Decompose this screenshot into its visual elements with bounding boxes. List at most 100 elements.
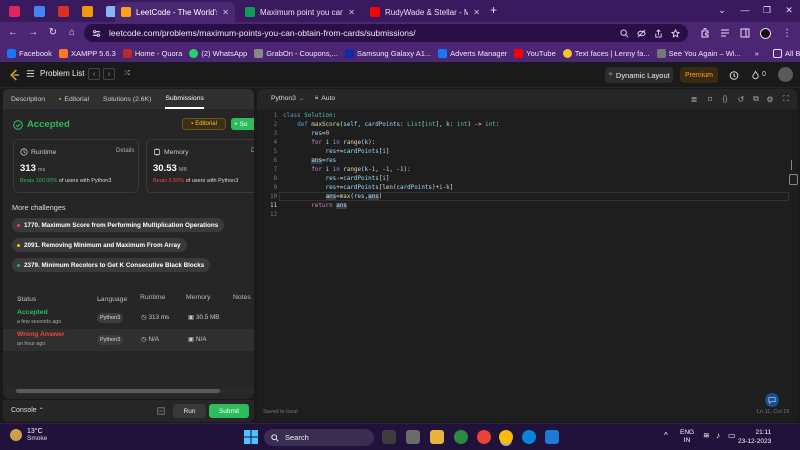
split-view-icon[interactable]: ⧉ (751, 94, 761, 104)
tab-submissions[interactable]: Submissions (165, 89, 204, 109)
edge-icon[interactable] (522, 430, 536, 444)
pinned-tab-3[interactable] (52, 3, 74, 19)
bookmark-samsung[interactable]: Samsung Galaxy A1... (344, 48, 431, 58)
pinned-tab-2[interactable] (28, 3, 50, 19)
tab-editorial[interactable]: ▪ Editorial (59, 89, 89, 109)
app-icon[interactable] (406, 430, 420, 444)
solution-button[interactable]: + So (231, 118, 254, 130)
shuffle-icon[interactable]: ⤮ (121, 68, 133, 80)
close-window-icon[interactable]: ✕ (782, 3, 796, 17)
problem-list-button[interactable]: Problem List (26, 69, 84, 78)
bookmark-quora[interactable]: Home - Quora (122, 48, 182, 58)
timer-icon[interactable] (729, 70, 739, 80)
braces-icon[interactable]: {} (720, 94, 730, 104)
minimize-icon[interactable]: — (738, 3, 752, 17)
weather-widget[interactable]: 13°C Smoke (10, 428, 47, 442)
editorial-button[interactable]: ▪ Editorial (182, 118, 226, 130)
tab-search-icon[interactable]: ⌄ (715, 3, 729, 17)
runtime-details-link[interactable]: Details (116, 148, 134, 154)
input-language[interactable]: ENG IN (680, 429, 694, 445)
next-problem-icon[interactable]: › (103, 68, 115, 80)
reload-icon[interactable]: ↻ (46, 26, 60, 40)
tab-solutions[interactable]: Solutions (2.6K) (103, 89, 151, 109)
menu-kebab-icon[interactable]: ⋮ (780, 26, 794, 40)
submission-row[interactable]: Accepted a few seconds ago Python3 ◷ 313 … (3, 307, 254, 329)
bookmark-xampp[interactable]: XAMPP 5.6.3 (58, 48, 116, 58)
tray-chevron-icon[interactable]: ^ (664, 431, 668, 440)
streak-fire-icon[interactable] (751, 70, 760, 80)
volume-icon[interactable]: ♪ (716, 431, 720, 440)
submission-row[interactable]: Wrong Answer an hour ago Python3 ◷ N/A ▣ N… (3, 329, 254, 351)
bookmark-youtube[interactable]: YouTube (514, 48, 556, 58)
taskbar-clock[interactable]: 21:11 23-12-2023 (738, 428, 771, 446)
language-select[interactable]: Python3 ⌄ (271, 95, 304, 102)
pinned-tab-1[interactable] (3, 3, 25, 19)
submission-status[interactable]: Accepted (17, 309, 48, 316)
close-tab-icon[interactable]: ✕ (348, 8, 355, 17)
tab-youtube[interactable]: RudyWade & Stellar - Moving C ✕ (364, 2, 486, 22)
bookmark-facebook[interactable]: Facebook (7, 48, 52, 58)
chrome-active-icon[interactable] (499, 430, 513, 444)
chrome-icon[interactable] (477, 430, 491, 444)
challenge-item[interactable]: 1770. Maximum Score from Performing Mult… (12, 218, 225, 232)
all-bookmarks-button[interactable]: All Bookmarks (772, 48, 800, 58)
note-icon[interactable] (789, 174, 798, 185)
more-bookmarks-button[interactable]: » (755, 49, 759, 58)
tab-leetcode[interactable]: LeetCode - The World's Leading ✕ (115, 2, 235, 22)
bookmark-textfaces[interactable]: Text faces | Lenny fa... (562, 48, 650, 58)
runtime-card[interactable]: Runtime Details 313 ms Beats 100.00% of u… (13, 139, 139, 193)
autocomplete-toggle[interactable]: 🔒︎ Auto (315, 95, 335, 102)
bookmark-seeyouagain[interactable]: See You Again – Wi... (656, 48, 741, 58)
taskbar-search[interactable]: Search (264, 429, 374, 446)
submit-button[interactable]: Submit (209, 404, 249, 418)
memory-card[interactable]: Memory De 30.53MB Beats 5.56% of users w… (146, 139, 254, 193)
extensions-icon[interactable] (698, 26, 712, 40)
profile-avatar[interactable] (758, 26, 772, 40)
battery-icon[interactable]: ▭ (728, 431, 736, 440)
pinned-tab-4[interactable] (76, 3, 98, 19)
forward-icon[interactable]: → (26, 26, 40, 40)
settings-icon[interactable]: ⚙︎ (765, 94, 775, 104)
home-icon[interactable]: ⌂ (65, 26, 79, 40)
scrollbar-thumb[interactable] (16, 389, 220, 393)
bookmark-grabon[interactable]: GrabOn - Coupons,... (254, 48, 338, 58)
horizontal-scrollbar[interactable] (6, 388, 254, 394)
tab-max-points[interactable]: Maximum point you can obtain f ✕ (239, 2, 361, 22)
format-code-icon[interactable]: ≣ (689, 94, 699, 104)
memory-details-link[interactable]: De (251, 148, 254, 154)
file-explorer-icon[interactable] (430, 430, 444, 444)
console-toggle[interactable]: Console ⌃ (11, 407, 44, 414)
fullscreen-icon[interactable]: ⛶ (781, 94, 791, 104)
dynamic-layout-button[interactable]: ⟡ Dynamic Layout (605, 67, 673, 83)
challenge-item[interactable]: 2379. Minimum Recolors to Get K Consecut… (12, 258, 211, 272)
reading-list-icon[interactable] (718, 26, 732, 40)
wifi-icon[interactable]: ≋ (703, 431, 710, 440)
tab-description[interactable]: Description (11, 89, 45, 109)
xbox-icon[interactable] (454, 430, 468, 444)
vscode-icon[interactable] (545, 430, 559, 444)
close-tab-icon[interactable]: ✕ (473, 8, 480, 17)
close-tab-icon[interactable]: ✕ (222, 8, 229, 17)
maximize-icon[interactable]: ❐ (760, 3, 774, 17)
premium-button[interactable]: Premium (680, 67, 718, 83)
chat-bubble-icon[interactable] (765, 393, 779, 407)
reset-icon[interactable]: ↺ (736, 94, 746, 104)
bookmark-adverts[interactable]: Adverts Manager (438, 48, 507, 58)
bookmark-star-icon[interactable] (671, 28, 680, 38)
leetcode-logo-icon[interactable] (9, 69, 20, 81)
site-info-icon[interactable] (92, 29, 101, 38)
share-icon[interactable] (654, 28, 663, 38)
windows-start-icon[interactable] (244, 430, 258, 444)
run-button[interactable]: Run (173, 404, 206, 418)
sidebar-icon[interactable] (738, 26, 752, 40)
address-bar[interactable]: leetcode.com/problems/maximum-points-you… (84, 24, 688, 42)
bookmark-whatsapp[interactable]: (2) WhatsApp (189, 48, 247, 58)
prev-problem-icon[interactable]: ‹ (88, 68, 100, 80)
submission-status[interactable]: Wrong Answer (17, 331, 65, 338)
challenge-item[interactable]: 2091. Removing Minimum and Maximum From … (12, 238, 187, 252)
upload-icon[interactable] (157, 407, 165, 415)
new-tab-button[interactable]: + (490, 4, 497, 16)
task-view-icon[interactable] (382, 430, 396, 444)
back-icon[interactable]: ← (6, 26, 20, 40)
user-avatar[interactable] (778, 67, 793, 82)
